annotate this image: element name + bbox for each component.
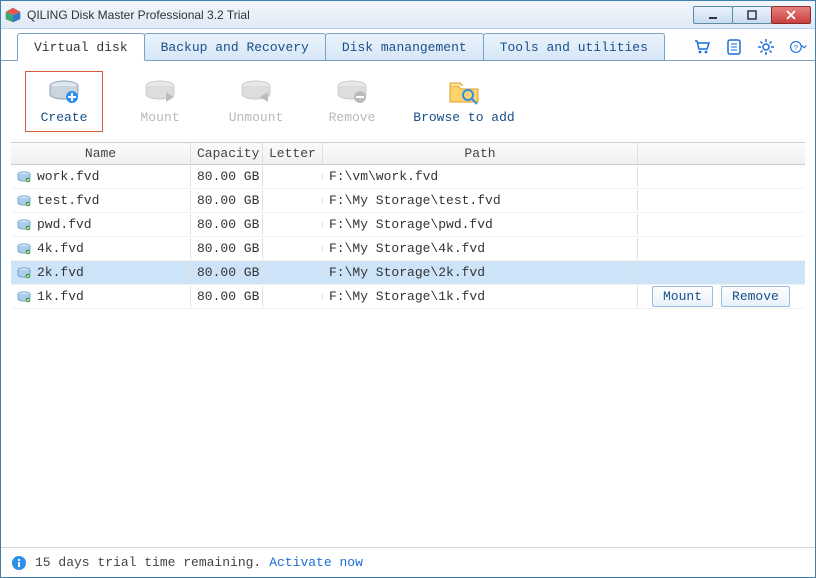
toolbar: Create Mount Unmount Remove Browse to ad…: [1, 61, 815, 142]
browse-label: Browse to add: [413, 110, 514, 125]
app-icon: [5, 7, 21, 23]
status-bar: 15 days trial time remaining. Activate n…: [1, 547, 815, 577]
minimize-button[interactable]: [693, 6, 733, 24]
row-remove-button[interactable]: Remove: [721, 286, 790, 307]
remove-button: Remove: [313, 71, 391, 132]
disk-remove-icon: [334, 78, 370, 106]
row-name: pwd.fvd: [37, 217, 92, 232]
col-capacity[interactable]: Capacity: [191, 143, 263, 164]
status-text: 15 days trial time remaining.: [35, 555, 261, 570]
unmount-label: Unmount: [229, 110, 284, 125]
window-buttons: [694, 6, 811, 24]
row-capacity: 80.00 GB: [191, 238, 263, 259]
col-path[interactable]: Path: [323, 143, 638, 164]
row-name: 4k.fvd: [37, 241, 84, 256]
row-capacity: 80.00 GB: [191, 286, 263, 307]
remove-label: Remove: [329, 110, 376, 125]
table-header: Name Capacity Letter Path: [11, 143, 805, 165]
row-name: 2k.fvd: [37, 265, 84, 280]
mount-button: Mount: [121, 71, 199, 132]
row-path: F:\My Storage\1k.fvd: [323, 286, 638, 307]
browse-to-add-button[interactable]: Browse to add: [409, 71, 519, 132]
row-letter: [263, 294, 323, 300]
title-bar: QILING Disk Master Professional 3.2 Tria…: [1, 1, 815, 29]
cart-icon[interactable]: [693, 38, 711, 56]
row-path: F:\vm\work.fvd: [323, 166, 638, 187]
close-button[interactable]: [771, 6, 811, 24]
unmount-button: Unmount: [217, 71, 295, 132]
info-icon: [11, 555, 27, 571]
row-name: work.fvd: [37, 169, 99, 184]
activate-link[interactable]: Activate now: [269, 555, 363, 570]
row-path: F:\My Storage\4k.fvd: [323, 238, 638, 259]
mount-label: Mount: [140, 110, 179, 125]
tabs-bar: Virtual diskBackup and RecoveryDisk mana…: [1, 29, 815, 61]
virtual-disk-table: Name Capacity Letter Path work.fvd 80.00 …: [11, 142, 805, 541]
row-path: F:\My Storage\2k.fvd: [323, 262, 638, 283]
row-letter: [263, 246, 323, 252]
table-row[interactable]: test.fvd 80.00 GB F:\My Storage\test.fvd: [11, 189, 805, 213]
disk-icon: [17, 218, 31, 232]
disk-unmount-icon: [238, 78, 274, 106]
row-path: F:\My Storage\pwd.fvd: [323, 214, 638, 235]
row-path: F:\My Storage\test.fvd: [323, 190, 638, 211]
table-row[interactable]: 2k.fvd 80.00 GB F:\My Storage\2k.fvd: [11, 261, 805, 285]
maximize-button[interactable]: [732, 6, 772, 24]
disk-icon: [17, 266, 31, 280]
app-window: QILING Disk Master Professional 3.2 Tria…: [0, 0, 816, 578]
help-icon[interactable]: ?: [789, 38, 807, 56]
log-icon[interactable]: [725, 38, 743, 56]
create-label: Create: [41, 110, 88, 125]
gear-icon[interactable]: [757, 38, 775, 56]
table-row[interactable]: pwd.fvd 80.00 GB F:\My Storage\pwd.fvd: [11, 213, 805, 237]
col-letter[interactable]: Letter: [263, 143, 323, 164]
disk-mount-icon: [142, 78, 178, 106]
row-letter: [263, 270, 323, 276]
tab-tools-and-utilities[interactable]: Tools and utilities: [483, 33, 665, 60]
create-button[interactable]: Create: [25, 71, 103, 132]
row-letter: [263, 198, 323, 204]
disk-create-icon: [46, 78, 82, 106]
disk-icon: [17, 242, 31, 256]
table-row[interactable]: 4k.fvd 80.00 GB F:\My Storage\4k.fvd: [11, 237, 805, 261]
window-title: QILING Disk Master Professional 3.2 Tria…: [27, 8, 694, 22]
row-letter: [263, 222, 323, 228]
disk-icon: [17, 194, 31, 208]
row-name: 1k.fvd: [37, 289, 84, 304]
disk-icon: [17, 170, 31, 184]
tab-virtual-disk[interactable]: Virtual disk: [17, 33, 145, 61]
col-actions: [638, 143, 805, 164]
row-letter: [263, 174, 323, 180]
tab-backup-and-recovery[interactable]: Backup and Recovery: [144, 33, 326, 60]
tab-disk-manangement[interactable]: Disk manangement: [325, 33, 484, 60]
svg-text:?: ?: [794, 43, 798, 52]
disk-icon: [17, 290, 31, 304]
row-mount-button[interactable]: Mount: [652, 286, 713, 307]
folder-search-icon: [446, 78, 482, 106]
col-name[interactable]: Name: [11, 143, 191, 164]
top-right-icons: ?: [693, 38, 807, 60]
row-capacity: 80.00 GB: [191, 190, 263, 211]
row-capacity: 80.00 GB: [191, 214, 263, 235]
table-row[interactable]: work.fvd 80.00 GB F:\vm\work.fvd: [11, 165, 805, 189]
row-name: test.fvd: [37, 193, 99, 208]
table-row[interactable]: 1k.fvd 80.00 GB F:\My Storage\1k.fvd Mount R…: [11, 285, 805, 309]
row-capacity: 80.00 GB: [191, 262, 263, 283]
row-capacity: 80.00 GB: [191, 166, 263, 187]
